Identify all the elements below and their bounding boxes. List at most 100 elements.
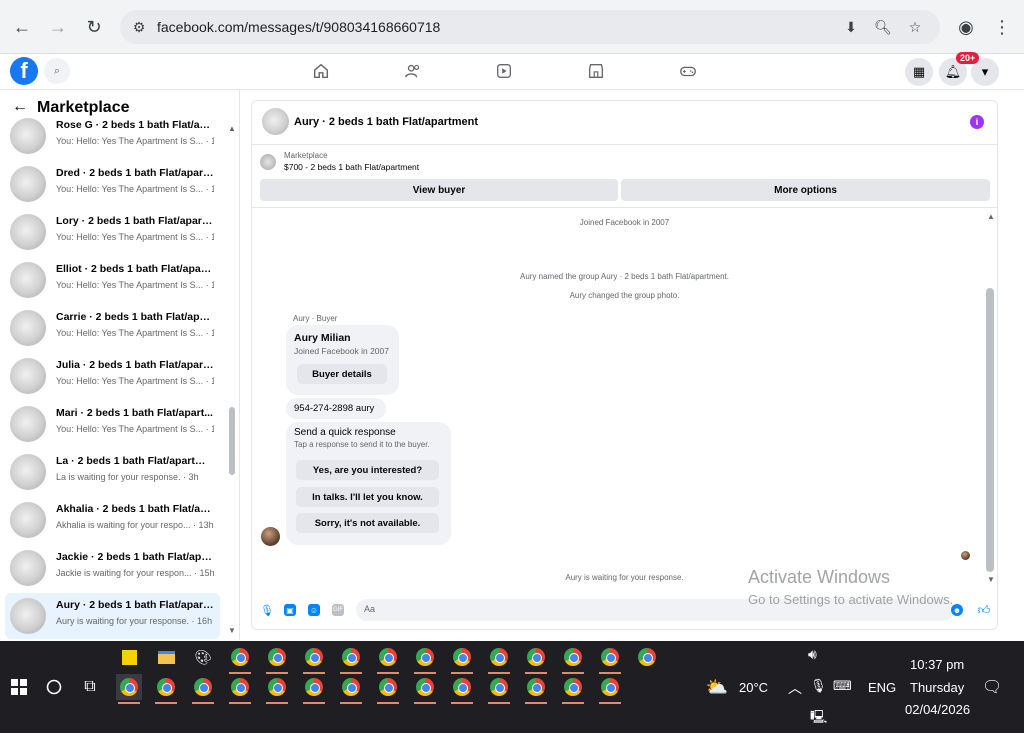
zoom-icon[interactable]: 🔍︎ — [874, 18, 892, 36]
scroll-down-icon[interactable]: ▼ — [228, 626, 236, 635]
sticky-notes-icon[interactable] — [116, 644, 142, 670]
chrome-icon[interactable] — [523, 674, 549, 704]
view-buyer-button[interactable]: View buyer — [260, 179, 618, 201]
home-icon[interactable] — [309, 60, 333, 82]
clock-day[interactable]: Thursday — [910, 680, 964, 695]
chrome-icon[interactable] — [449, 674, 475, 704]
chrome-icon[interactable] — [375, 644, 401, 674]
thumbs-up-icon[interactable]: 👍︎ — [978, 603, 991, 617]
menu-grid-icon[interactable]: ▦ — [905, 58, 933, 86]
chrome-icon[interactable] — [116, 674, 142, 704]
chrome-icon[interactable] — [449, 644, 475, 674]
weather-cloud-icon[interactable]: ⛅ — [704, 674, 730, 700]
listing-price[interactable]: $700 - 2 beds 1 bath Flat/apartment — [284, 162, 419, 172]
chrome-icon[interactable] — [301, 644, 327, 674]
chrome-icon[interactable] — [338, 674, 364, 704]
forward-arrow-icon[interactable]: → — [45, 14, 71, 40]
chat-scrollbar[interactable] — [986, 288, 994, 572]
conversation-item[interactable]: Julia · 2 beds 1 bath Flat/apart... You: … — [5, 353, 220, 399]
reload-icon[interactable]: ↻ — [81, 14, 107, 40]
conversation-item[interactable]: Lory · 2 beds 1 bath Flat/apart... You: H… — [5, 209, 220, 255]
keyboard-icon[interactable]: ⌨ — [833, 678, 852, 694]
video-icon[interactable] — [492, 60, 516, 82]
chat-title[interactable]: Aury · 2 beds 1 bath Flat/apartment — [294, 116, 478, 128]
conversation-item[interactable]: Rose G · 2 beds 1 bath Flat/apa... You: H… — [5, 113, 220, 159]
chat-header: Aury · 2 beds 1 bath Flat/apartment i — [252, 101, 997, 145]
quick-response-button[interactable]: Sorry, it's not available. — [296, 513, 439, 533]
chrome-icon[interactable] — [412, 674, 438, 704]
network-icon[interactable]: 🖳 — [810, 708, 827, 730]
chrome-icon[interactable] — [597, 644, 623, 674]
scroll-down-icon[interactable]: ▼ — [987, 575, 995, 584]
quick-response-button[interactable]: In talks. I'll let you know. — [296, 487, 439, 507]
gif-icon[interactable]: GIF — [332, 604, 344, 616]
back-arrow-icon[interactable]: ← — [9, 14, 35, 40]
chrome-icon[interactable] — [227, 644, 253, 674]
friends-icon[interactable] — [401, 60, 425, 82]
conversation-item[interactable]: Mari · 2 beds 1 bath Flat/apart... You: H… — [5, 401, 220, 447]
conversation-item[interactable]: Carrie · 2 beds 1 bath Flat/apart... You:… — [5, 305, 220, 351]
install-app-icon[interactable]: ⬇ — [842, 18, 860, 36]
photo-icon[interactable]: ▣ — [284, 604, 296, 616]
scroll-up-icon[interactable]: ▲ — [987, 212, 995, 221]
conversation-item[interactable]: Jackie · 2 beds 1 bath Flat/apart... Jack… — [5, 545, 220, 591]
chrome-icon[interactable] — [412, 644, 438, 674]
bookmark-star-icon[interactable]: ☆ — [906, 18, 924, 36]
info-icon[interactable]: i — [970, 115, 984, 129]
chrome-icon[interactable] — [560, 674, 586, 704]
chrome-icon[interactable] — [560, 644, 586, 674]
paint-app-icon[interactable]: 🎨︎ — [190, 644, 216, 670]
sender-avatar[interactable] — [261, 527, 280, 546]
chrome-icon[interactable] — [338, 644, 364, 674]
microphone-tray-icon[interactable]: 🎙︎ — [810, 678, 827, 694]
chrome-icon[interactable] — [227, 674, 253, 704]
marketplace-icon[interactable] — [584, 60, 608, 82]
facebook-logo-icon[interactable]: f — [10, 57, 38, 85]
chrome-icon[interactable] — [597, 674, 623, 704]
address-bar[interactable]: ⚙ facebook.com/messages/t/90803416866071… — [120, 10, 940, 44]
system-message: Aury changed the group photo. — [569, 291, 680, 300]
windows-start-icon[interactable] — [6, 674, 32, 700]
search-icon[interactable]: ⌕ — [44, 58, 70, 84]
avatar[interactable] — [262, 108, 289, 135]
notifications-center-icon[interactable]: 🗨︎ — [982, 677, 1002, 697]
temperature[interactable]: 20°C — [739, 680, 768, 695]
chrome-icon[interactable] — [486, 674, 512, 704]
conversation-item[interactable]: Elliot · 2 beds 1 bath Flat/apart... You:… — [5, 257, 220, 303]
quick-response-button[interactable]: Yes, are you interested? — [296, 460, 439, 480]
chrome-icon[interactable] — [264, 644, 290, 674]
profile-icon[interactable]: ◉ — [953, 14, 979, 40]
chrome-icon[interactable] — [301, 674, 327, 704]
volume-icon[interactable]: 🔊︎ — [808, 646, 817, 663]
conversation-item[interactable]: Akhalia · 2 beds 1 bath Flat/apa... Akhal… — [5, 497, 220, 543]
sticker-icon[interactable]: ☺ — [308, 604, 320, 616]
clock-time[interactable]: 10:37 pm — [910, 657, 964, 672]
show-hidden-icons-chevron-icon[interactable]: ︿ — [788, 678, 802, 698]
conversation-item[interactable]: Dred · 2 beds 1 bath Flat/apartm... You: … — [5, 161, 220, 207]
listing-thumbnail[interactable] — [260, 154, 276, 170]
scroll-up-icon[interactable]: ▲ — [228, 124, 236, 133]
conversation-preview: Akhalia is waiting for your respo... · 1… — [56, 520, 214, 530]
conversation-item[interactable]: La · 2 beds 1 bath Flat/apartment La is w… — [5, 449, 220, 495]
read-receipt-avatar — [961, 551, 970, 560]
sidebar-scrollbar[interactable] — [229, 407, 235, 475]
buyer-details-button[interactable]: Buyer details — [297, 364, 387, 384]
browser-menu-icon[interactable]: ⋮ — [989, 14, 1015, 40]
conversation-item-active[interactable]: Aury · 2 beds 1 bath Flat/apart... Aury i… — [5, 593, 220, 639]
more-options-button[interactable]: More options — [621, 179, 990, 201]
chrome-icon[interactable] — [486, 644, 512, 674]
chrome-icon[interactable] — [153, 674, 179, 704]
site-settings-icon[interactable]: ⚙ — [130, 18, 148, 36]
chrome-icon[interactable] — [190, 674, 216, 704]
microphone-icon[interactable]: 🎙︎ — [260, 604, 274, 617]
clock-date[interactable]: 02/04/2026 — [905, 702, 970, 717]
language-indicator[interactable]: ENG — [868, 680, 896, 695]
chrome-icon[interactable] — [523, 644, 549, 674]
chrome-icon[interactable] — [634, 644, 660, 670]
file-explorer-icon[interactable] — [153, 644, 179, 670]
chrome-icon[interactable] — [264, 674, 290, 704]
task-view-icon[interactable]: ⧉ — [77, 674, 103, 700]
search-circle-icon[interactable] — [41, 674, 67, 700]
gaming-icon[interactable] — [676, 60, 700, 82]
chrome-icon[interactable] — [375, 674, 401, 704]
